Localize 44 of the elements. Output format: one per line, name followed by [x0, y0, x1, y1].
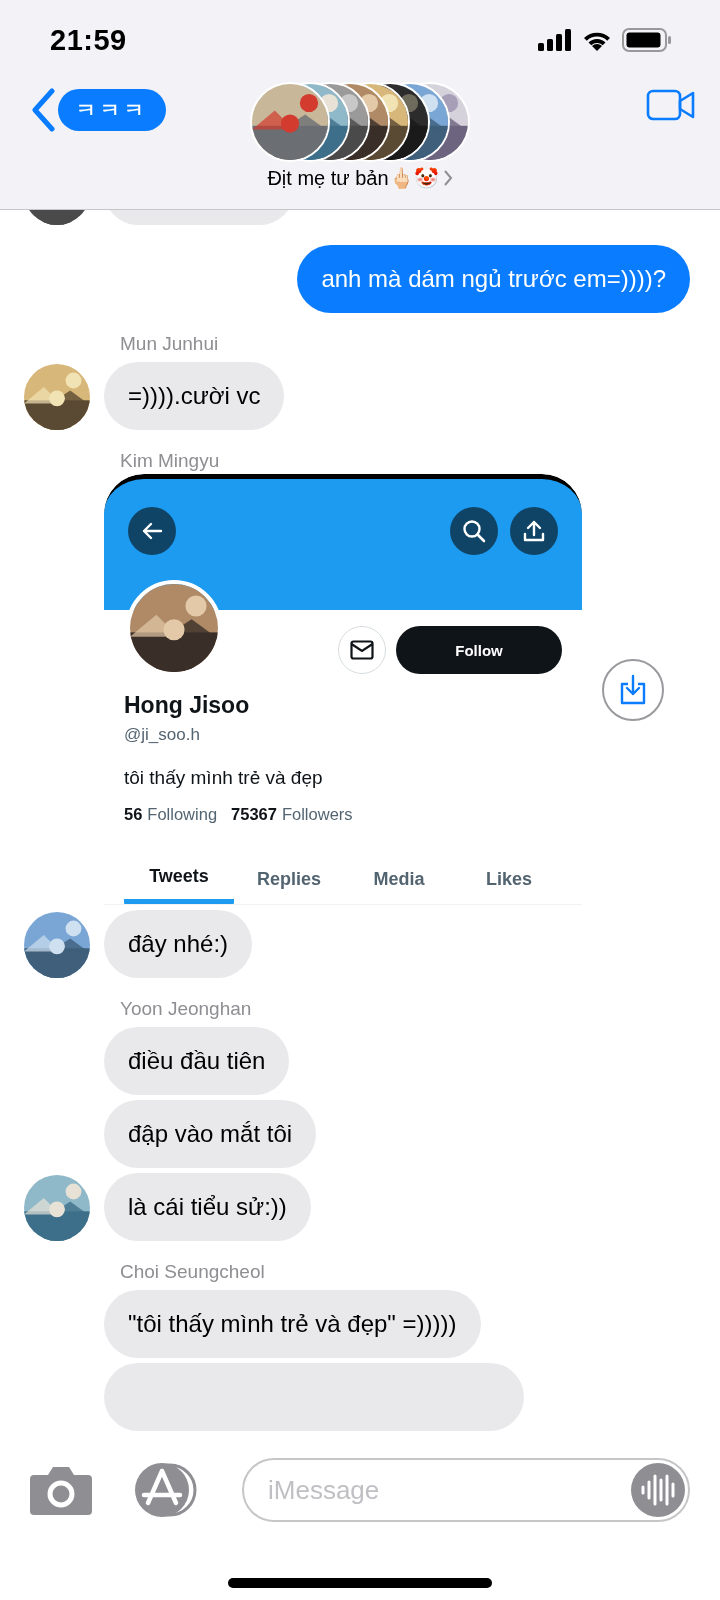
profile-handle: @ji_soo.h [124, 725, 201, 745]
arrow-left-icon [141, 522, 163, 540]
video-camera-icon[interactable] [646, 88, 696, 122]
stat-label[interactable]: Followers [281, 805, 353, 824]
back-button[interactable] [128, 507, 176, 555]
chevron-right-icon [442, 169, 453, 187]
sender-name: Yoon Jeonghan [119, 998, 253, 1020]
back-button[interactable]: ㅋㅋㅋ [30, 88, 166, 132]
message-bubble: điều đầu tiên [104, 1027, 290, 1095]
stat-count: 56 [124, 805, 143, 824]
audio-wave-icon[interactable] [631, 1463, 685, 1517]
profile-bio: tôi thấy mình trẻ và đẹp [124, 767, 324, 789]
follow-button[interactable]: Follow [396, 626, 562, 674]
sender-name: Choi Seungcheol [119, 1261, 266, 1283]
unread-badge: ㅋㅋㅋ [58, 89, 166, 131]
share-button[interactable] [510, 507, 558, 555]
message-bubble: đây nhé:) [104, 910, 253, 978]
signal-icon [538, 29, 572, 51]
stat-count: 75367 [231, 805, 277, 824]
profile-tab[interactable]: Replies [234, 854, 344, 904]
search-button[interactable] [450, 507, 498, 555]
message-bubble: anh mà dám ngủ trước em=))))? [297, 245, 690, 313]
message-button[interactable] [338, 626, 386, 674]
profile-tab[interactable]: Media [344, 854, 454, 904]
upload-icon [522, 519, 546, 543]
download-icon [618, 673, 648, 706]
search-icon [462, 519, 486, 543]
camera-icon[interactable] [30, 1465, 92, 1515]
stat-label[interactable]: Following [147, 805, 218, 824]
message-bubble: đập vào mắt tôi [104, 1100, 317, 1168]
status-time: 21:59 [50, 23, 127, 57]
chevron-left-icon [30, 88, 56, 132]
profile-tab[interactable]: Tweets [124, 854, 234, 904]
profile-tab[interactable]: Likes [454, 854, 564, 904]
message-bubble: là cái tiểu sử:)) [104, 1173, 311, 1241]
battery-icon [622, 28, 672, 52]
group-name[interactable]: Địt mẹ tư bản🖕🏻🤡 [267, 166, 439, 190]
profile-name: Hong Jisoo [124, 692, 251, 719]
sender-name: Kim Mingyu [119, 450, 221, 472]
message-input[interactable]: iMessage [242, 1458, 690, 1522]
sender-name: Mun Junhui [119, 333, 220, 355]
message-bubble: =)))).cười vc [104, 362, 285, 430]
envelope-icon [350, 640, 374, 660]
message-bubble: "tôi thấy mình trẻ và đẹp" =))))) [104, 1290, 481, 1358]
